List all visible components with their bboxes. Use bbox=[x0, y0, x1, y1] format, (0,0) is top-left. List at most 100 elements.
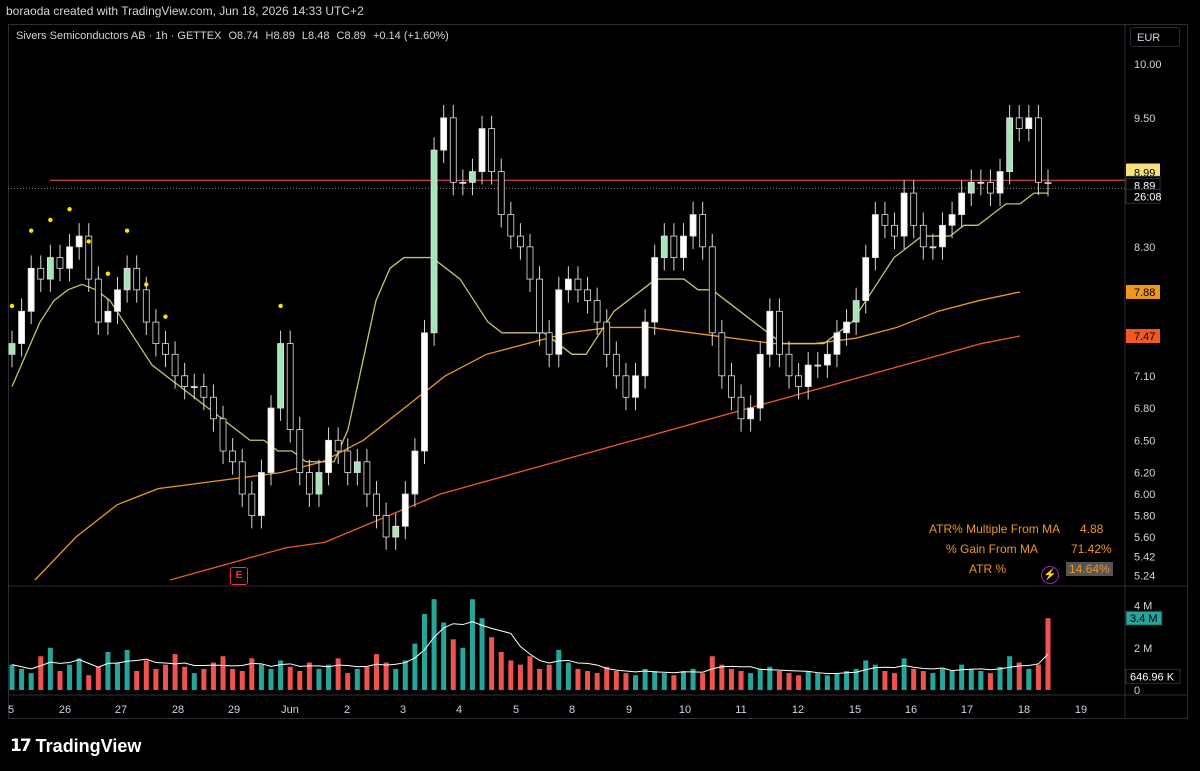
candle-body bbox=[680, 235, 687, 258]
volume-bar bbox=[134, 671, 140, 690]
candle-body bbox=[353, 461, 361, 473]
atr-multiple-label: ATR% Multiple From MA bbox=[929, 522, 1061, 536]
volume-bar bbox=[412, 643, 418, 690]
volume-bar bbox=[316, 668, 322, 690]
volume-bar bbox=[680, 671, 686, 690]
time-axis-tick: 19 bbox=[1075, 704, 1087, 716]
signal-dot bbox=[105, 271, 111, 276]
symbol-name[interactable]: Sivers Semiconductors AB · 1h · GETTEX bbox=[16, 30, 221, 42]
candle-body bbox=[296, 429, 304, 473]
volume-bar bbox=[776, 671, 782, 690]
volume-bar bbox=[162, 664, 168, 690]
candle-body bbox=[756, 353, 764, 409]
volume-bar bbox=[594, 673, 600, 690]
volume-bar bbox=[76, 658, 82, 690]
candle-body bbox=[1044, 181, 1052, 184]
candle-body bbox=[1015, 117, 1023, 130]
time-axis-tick: 16 bbox=[905, 704, 917, 716]
volume-axis-tick: 2 M bbox=[1134, 643, 1152, 655]
candle-body bbox=[507, 214, 515, 237]
volume-bar bbox=[239, 671, 245, 690]
candle-body bbox=[910, 192, 918, 226]
symbol-legend: Sivers Semiconductors AB · 1h · GETTEX O… bbox=[16, 30, 453, 42]
volume-bar bbox=[796, 675, 802, 690]
candle-body bbox=[612, 353, 620, 377]
volume-bar bbox=[124, 649, 130, 690]
time-axis-tick: 3 bbox=[400, 704, 406, 716]
volume-bar bbox=[57, 671, 63, 690]
candle-body bbox=[708, 246, 716, 334]
volume-bar bbox=[326, 664, 332, 690]
volume-bar bbox=[642, 668, 648, 690]
candle-body bbox=[469, 171, 476, 183]
volume-bar bbox=[210, 662, 216, 690]
signal-dot bbox=[278, 303, 283, 309]
candle-body bbox=[325, 439, 332, 473]
volume-bar bbox=[930, 673, 936, 690]
signal-dot bbox=[28, 228, 34, 233]
volume-bar bbox=[287, 666, 293, 690]
volume-bar bbox=[115, 662, 121, 690]
time-axis-tick: 12 bbox=[792, 704, 804, 716]
candle-body bbox=[238, 461, 246, 495]
candle-body bbox=[334, 439, 342, 452]
volume-bar bbox=[671, 675, 677, 690]
candle-body bbox=[401, 493, 409, 527]
atr-multiple-value: 4.88 bbox=[1080, 522, 1104, 536]
candle-body bbox=[478, 128, 486, 172]
gain-from-ma-label: % Gain From MA bbox=[946, 542, 1039, 556]
candle-body bbox=[344, 450, 352, 473]
currency-button[interactable]: EUR bbox=[1130, 27, 1180, 47]
volume-bar bbox=[374, 654, 380, 690]
candle-body bbox=[181, 375, 189, 387]
time-axis-tick: 2 bbox=[344, 704, 350, 716]
candle-body bbox=[862, 257, 870, 301]
candle-body bbox=[497, 171, 505, 215]
volume-bar bbox=[489, 637, 495, 690]
price-axis-tick: 10.00 bbox=[1134, 59, 1162, 71]
candle-body bbox=[843, 321, 850, 334]
candle-body bbox=[421, 332, 428, 452]
volume-bar bbox=[393, 668, 399, 690]
candle-body bbox=[305, 472, 313, 495]
candle-body bbox=[210, 396, 217, 420]
price-axis-tick: 5.42 bbox=[1134, 551, 1155, 563]
volume-bar bbox=[67, 664, 73, 690]
volume-bar bbox=[920, 671, 926, 690]
brand-name: TradingView bbox=[35, 735, 142, 756]
candle-body bbox=[622, 375, 630, 398]
candle-body bbox=[411, 450, 419, 495]
candle-body bbox=[987, 181, 994, 194]
candle-body bbox=[555, 289, 563, 355]
lightning-icon[interactable]: ⚡ bbox=[1041, 566, 1059, 584]
tradingview-logo[interactable]: 17 TradingView bbox=[10, 735, 142, 757]
volume-bar bbox=[575, 668, 581, 690]
earnings-icon[interactable]: E bbox=[230, 567, 248, 585]
price-change: +0.14 (+1.60%) bbox=[372, 30, 449, 42]
volume-bar bbox=[613, 671, 619, 690]
candle-body bbox=[123, 267, 131, 291]
volume-bar bbox=[201, 668, 207, 690]
price-axis-tick: 6.50 bbox=[1134, 435, 1155, 447]
volume-bar bbox=[469, 599, 475, 690]
candle-body bbox=[1025, 117, 1033, 130]
candle-body bbox=[536, 278, 543, 334]
volume-bar bbox=[153, 668, 159, 690]
candle-body bbox=[823, 353, 831, 366]
candle-body bbox=[114, 289, 121, 312]
chart-canvas[interactable]: 10.00 9.50 8.30 7.10 6.80 6.50 6.20 6.00 5.80 5.6… bbox=[0, 0, 1200, 771]
volume-bar bbox=[585, 671, 591, 690]
candle-body bbox=[948, 214, 956, 226]
candle-body bbox=[315, 472, 323, 495]
time-axis-tick: 9 bbox=[626, 704, 632, 716]
time-axis-tick: 27 bbox=[115, 704, 127, 716]
volume-bar bbox=[258, 664, 264, 690]
signal-dot bbox=[86, 239, 91, 244]
volume-bar bbox=[354, 668, 360, 690]
candle-body bbox=[56, 257, 64, 269]
candle-body bbox=[152, 321, 160, 344]
time-axis-tick: 8 bbox=[569, 704, 575, 716]
candle-body bbox=[267, 407, 275, 473]
volume-bar bbox=[844, 671, 850, 690]
candle-body bbox=[104, 310, 112, 323]
